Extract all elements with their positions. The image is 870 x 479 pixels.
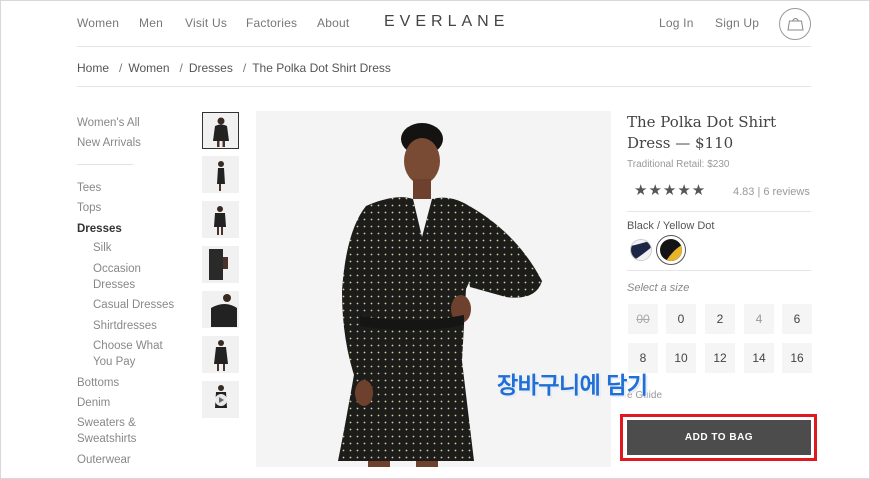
- sidebar-item-shirtdresses[interactable]: Shirtdresses: [93, 318, 157, 334]
- sidebar-item-tops[interactable]: Tops: [77, 200, 101, 216]
- color-swatch-navy-white[interactable]: [630, 239, 652, 261]
- add-to-bag-button[interactable]: ADD TO BAG: [627, 420, 811, 455]
- sidebar-item-dresses[interactable]: Dresses: [77, 221, 122, 237]
- sidebar-item-choose-what-you-pay-line2[interactable]: You Pay: [93, 354, 135, 370]
- dress-walk-image: [214, 340, 228, 371]
- sidebar-item-new-arrivals[interactable]: New Arrivals: [77, 135, 141, 151]
- top-nav: Women Men Visit Us Factories About EVERL…: [77, 0, 811, 47]
- size-button-12[interactable]: 12: [705, 343, 735, 373]
- dress-side-image: [217, 161, 225, 191]
- annotation-caption: 장바구니에 담기: [497, 372, 648, 398]
- sidebar-item-choose-what-you-pay[interactable]: Choose What: [93, 338, 163, 354]
- product-thumbnail[interactable]: [202, 291, 239, 328]
- nav-log-in[interactable]: Log In: [659, 16, 694, 30]
- dress-detail-image: [209, 249, 228, 280]
- nav-factories[interactable]: Factories: [246, 16, 297, 30]
- dress-back-image: [214, 206, 226, 235]
- size-button-10[interactable]: 10: [666, 343, 696, 373]
- dress-closeup-image: [211, 294, 237, 327]
- star-rating-icon[interactable]: ★★★★★: [634, 181, 706, 199]
- model-in-polka-dot-dress-image: [338, 123, 542, 467]
- size-button-6[interactable]: 6: [782, 304, 812, 334]
- nav-men[interactable]: Men: [139, 16, 163, 30]
- breadcrumb-current: The Polka Dot Shirt Dress: [252, 61, 391, 75]
- rating-reviews-link[interactable]: 4.83 | 6 reviews: [733, 186, 810, 198]
- sidebar-divider: [77, 164, 133, 165]
- product-thumbnail[interactable]: [202, 246, 239, 283]
- breadcrumb-home[interactable]: Home: [77, 61, 109, 75]
- size-button-4[interactable]: 4: [744, 304, 774, 334]
- sidebar-item-outerwear[interactable]: Outerwear: [77, 452, 131, 468]
- product-title-price-line: Dress — $110: [627, 134, 734, 152]
- color-name: Black / Yellow Dot: [627, 220, 715, 232]
- product-title: The Polka Dot Shirt Dress — $110: [627, 112, 807, 154]
- cart-button[interactable]: [779, 8, 811, 40]
- nav-about[interactable]: About: [317, 16, 349, 30]
- dress-figure-image: [213, 117, 229, 147]
- sidebar-item-bottoms[interactable]: Bottoms: [77, 375, 119, 391]
- sidebar-item-sweatshirts[interactable]: Sweatshirts: [77, 431, 136, 447]
- sidebar-item-occasion-dresses-line2[interactable]: Dresses: [93, 277, 135, 293]
- product-main-image[interactable]: [256, 111, 611, 467]
- bag-icon: [787, 18, 804, 31]
- site-logo[interactable]: EVERLANE: [384, 13, 509, 31]
- product-title-line: The Polka Dot Shirt: [627, 113, 777, 131]
- breadcrumb-separator: /: [179, 61, 183, 75]
- breadcrumb-separator: /: [242, 61, 247, 75]
- sidebar-item-casual-dresses[interactable]: Casual Dresses: [93, 297, 174, 313]
- nav-visit-us[interactable]: Visit Us: [185, 16, 227, 30]
- size-button-0[interactable]: 0: [666, 304, 696, 334]
- product-thumbnail[interactable]: [202, 201, 239, 238]
- size-button-14[interactable]: 14: [744, 343, 774, 373]
- breadcrumb-separator: /: [119, 61, 123, 75]
- nav-sign-up[interactable]: Sign Up: [715, 16, 759, 30]
- breadcrumb-women[interactable]: Women: [128, 61, 169, 75]
- breadcrumb-divider: [77, 86, 811, 87]
- size-prompt: Select a size: [627, 282, 690, 294]
- sidebar-item-silk[interactable]: Silk: [93, 240, 112, 256]
- size-button-16[interactable]: 16: [782, 343, 812, 373]
- size-button-00[interactable]: 00: [628, 304, 658, 334]
- product-thumbnail[interactable]: [202, 156, 239, 193]
- color-swatch-black-yellow[interactable]: [660, 239, 682, 261]
- black-yellow-swatch-icon: [660, 239, 682, 261]
- sidebar-item-sweaters[interactable]: Sweaters &: [77, 415, 136, 431]
- size-button-2[interactable]: 2: [705, 304, 735, 334]
- dress-video-image: [215, 385, 227, 408]
- sidebar-item-tees[interactable]: Tees: [77, 180, 101, 196]
- sidebar-item-occasion-dresses[interactable]: Occasion: [93, 261, 141, 277]
- traditional-retail-price: Traditional Retail: $230: [627, 159, 730, 170]
- breadcrumb: Home / Women / Dresses / The Polka Dot Shirt D…: [77, 61, 395, 75]
- sidebar-item-womens-all[interactable]: Women's All: [77, 115, 140, 131]
- product-thumbnail[interactable]: [202, 112, 239, 149]
- product-video-thumbnail[interactable]: [202, 381, 239, 418]
- info-divider: [627, 211, 811, 212]
- product-thumbnail[interactable]: [202, 336, 239, 373]
- breadcrumb-dresses[interactable]: Dresses: [189, 61, 233, 75]
- sidebar-item-denim[interactable]: Denim: [77, 395, 110, 411]
- nav-women[interactable]: Women: [77, 16, 119, 30]
- info-divider: [627, 270, 811, 271]
